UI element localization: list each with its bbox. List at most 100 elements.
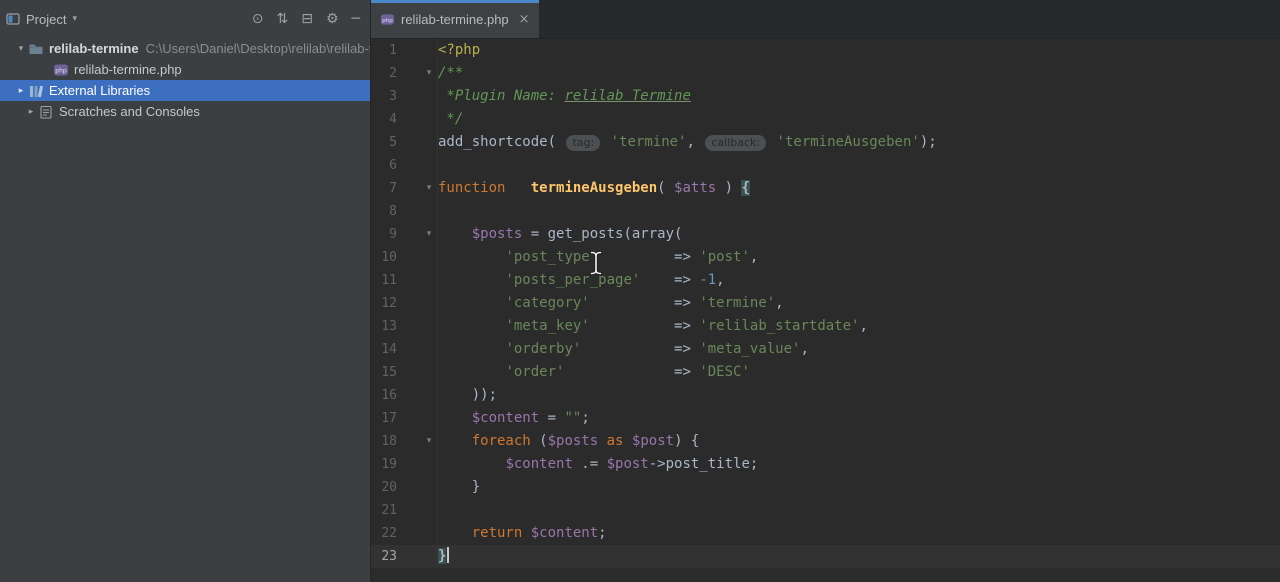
code-line[interactable]: $content .= $post->post_title; <box>438 453 1280 476</box>
code-line[interactable]: foreach ($posts as $post) { <box>438 430 1280 453</box>
tree-item-project-root[interactable]: ▾ relilab-termine C:\Users\Daniel\Deskto… <box>0 38 370 59</box>
code-row[interactable]: 7 ▾ function termineAusgeben( $atts ) { <box>371 177 1280 200</box>
code-row[interactable]: 3 *Plugin Name: relilab Termine <box>371 85 1280 108</box>
expand-all-icon[interactable]: ⇅ <box>277 12 289 26</box>
line-number[interactable]: 2 <box>371 62 397 85</box>
editor-gutter: 10 <box>371 246 438 269</box>
line-number[interactable]: 3 <box>371 85 397 108</box>
code-line[interactable]: */ <box>438 108 1280 131</box>
code-row[interactable]: 2 ▾/** <box>371 62 1280 85</box>
code-row[interactable]: 6 <box>371 154 1280 177</box>
line-number[interactable]: 6 <box>371 154 397 177</box>
code-row[interactable]: 20 } <box>371 476 1280 499</box>
code-row[interactable]: 17 $content = ""; <box>371 407 1280 430</box>
chevron-down-icon[interactable]: ▾ <box>14 44 28 54</box>
line-number[interactable]: 5 <box>371 131 397 154</box>
settings-gear-icon[interactable]: ⚙ <box>326 12 339 26</box>
code-line[interactable]: return $content; <box>438 522 1280 545</box>
chevron-right-icon[interactable]: ▸ <box>24 107 38 117</box>
line-number[interactable]: 8 <box>371 200 397 223</box>
parameter-hint[interactable]: tag: <box>566 135 601 151</box>
editor-area: php relilab-termine.php × 1 <?php 2 ▾/** 3 *… <box>371 0 1280 582</box>
code-line[interactable]: *Plugin Name: relilab Termine <box>438 85 1280 108</box>
line-number[interactable]: 22 <box>371 522 397 545</box>
code-line[interactable]: add_shortcode( tag: 'termine', callback:… <box>438 131 1280 154</box>
code-row[interactable]: 1 <?php <box>371 39 1280 62</box>
fold-icon[interactable]: ▾ <box>421 177 437 200</box>
line-number[interactable]: 4 <box>371 108 397 131</box>
code-line[interactable]: } <box>438 545 1280 568</box>
code-area[interactable]: 1 <?php 2 ▾/** 3 *Plugin Name: relilab Termi… <box>371 39 1280 582</box>
code-line[interactable]: <?php <box>438 39 1280 62</box>
line-number[interactable]: 17 <box>371 407 397 430</box>
code-line[interactable]: $content = ""; <box>438 407 1280 430</box>
line-number[interactable]: 23 <box>371 545 397 568</box>
code-row[interactable]: 15 'order' => 'DESC' <box>371 361 1280 384</box>
editor-gutter: 9 ▾ <box>371 223 438 246</box>
code-line[interactable]: 'orderby' => 'meta_value', <box>438 338 1280 361</box>
line-number[interactable]: 13 <box>371 315 397 338</box>
code-line[interactable]: )); <box>438 384 1280 407</box>
locate-file-icon[interactable]: ⊙ <box>252 12 264 26</box>
tree-item-php-file[interactable]: php relilab-termine.php <box>0 59 370 80</box>
line-number[interactable]: 15 <box>371 361 397 384</box>
code-row[interactable]: 22 return $content; <box>371 522 1280 545</box>
tree-item-external-libraries[interactable]: ▸ External Libraries <box>0 80 370 101</box>
code-token: ->post_title; <box>648 456 759 472</box>
line-number[interactable]: 9 <box>371 223 397 246</box>
editor-tab[interactable]: php relilab-termine.php × <box>371 0 539 38</box>
fold-icon[interactable]: ▾ <box>421 223 437 246</box>
code-line[interactable] <box>438 499 1280 522</box>
line-number[interactable]: 19 <box>371 453 397 476</box>
code-row[interactable]: 11 'posts_per_page' => -1, <box>371 269 1280 292</box>
code-line[interactable]: 'meta_key' => 'relilab_startdate', <box>438 315 1280 338</box>
code-line[interactable]: /** <box>438 62 1280 85</box>
collapse-all-icon[interactable]: ⊟ <box>301 12 313 26</box>
code-token: => <box>581 341 700 357</box>
code-row[interactable]: 13 'meta_key' => 'relilab_startdate', <box>371 315 1280 338</box>
code-line[interactable] <box>438 200 1280 223</box>
line-number[interactable]: 11 <box>371 269 397 292</box>
code-line[interactable]: $posts = get_posts(array( <box>438 223 1280 246</box>
line-number[interactable]: 1 <box>371 39 397 62</box>
code-row[interactable]: 19 $content .= $post->post_title; <box>371 453 1280 476</box>
project-view-selector[interactable]: Project ▾ <box>6 12 77 27</box>
line-number[interactable]: 20 <box>371 476 397 499</box>
line-number[interactable]: 7 <box>371 177 397 200</box>
code-line[interactable]: 'posts_per_page' => -1, <box>438 269 1280 292</box>
close-icon[interactable]: × <box>519 12 530 27</box>
fold-icon[interactable]: ▾ <box>421 62 437 85</box>
line-number[interactable]: 18 <box>371 430 397 453</box>
line-number[interactable]: 14 <box>371 338 397 361</box>
code-line[interactable] <box>438 154 1280 177</box>
code-row[interactable]: 12 'category' => 'termine', <box>371 292 1280 315</box>
code-line[interactable]: } <box>438 476 1280 499</box>
code-row[interactable]: 10 'post_type' => 'post', <box>371 246 1280 269</box>
code-line[interactable]: 'post_type' => 'post', <box>438 246 1280 269</box>
code-row[interactable]: 14 'orderby' => 'meta_value', <box>371 338 1280 361</box>
line-number[interactable]: 12 <box>371 292 397 315</box>
code-row[interactable]: 18 ▾ foreach ($posts as $post) { <box>371 430 1280 453</box>
code-token: 'post_type' <box>505 249 599 265</box>
code-token: add_shortcode( <box>438 134 565 150</box>
code-token: = <box>539 410 565 426</box>
code-row[interactable]: 5 add_shortcode( tag: 'termine', callback… <box>371 131 1280 154</box>
hide-panel-icon[interactable]: ─ <box>352 12 360 26</box>
code-line[interactable]: function termineAusgeben( $atts ) { <box>438 177 1280 200</box>
code-row[interactable]: 21 <box>371 499 1280 522</box>
chevron-right-icon[interactable]: ▸ <box>14 86 28 96</box>
line-number[interactable]: 21 <box>371 499 397 522</box>
tree-item-scratches[interactable]: ▸ Scratches and Consoles <box>0 101 370 122</box>
code-row[interactable]: 4 */ <box>371 108 1280 131</box>
fold-icon[interactable]: ▾ <box>421 430 437 453</box>
parameter-hint[interactable]: callback: <box>705 135 767 151</box>
code-line[interactable]: 'order' => 'DESC' <box>438 361 1280 384</box>
line-number[interactable]: 16 <box>371 384 397 407</box>
code-row[interactable]: 8 <box>371 200 1280 223</box>
line-number[interactable]: 10 <box>371 246 397 269</box>
code-row[interactable]: 23} <box>371 545 1280 568</box>
code-line[interactable]: 'category' => 'termine', <box>438 292 1280 315</box>
code-row[interactable]: 16 )); <box>371 384 1280 407</box>
code-row[interactable]: 9 ▾ $posts = get_posts(array( <box>371 223 1280 246</box>
